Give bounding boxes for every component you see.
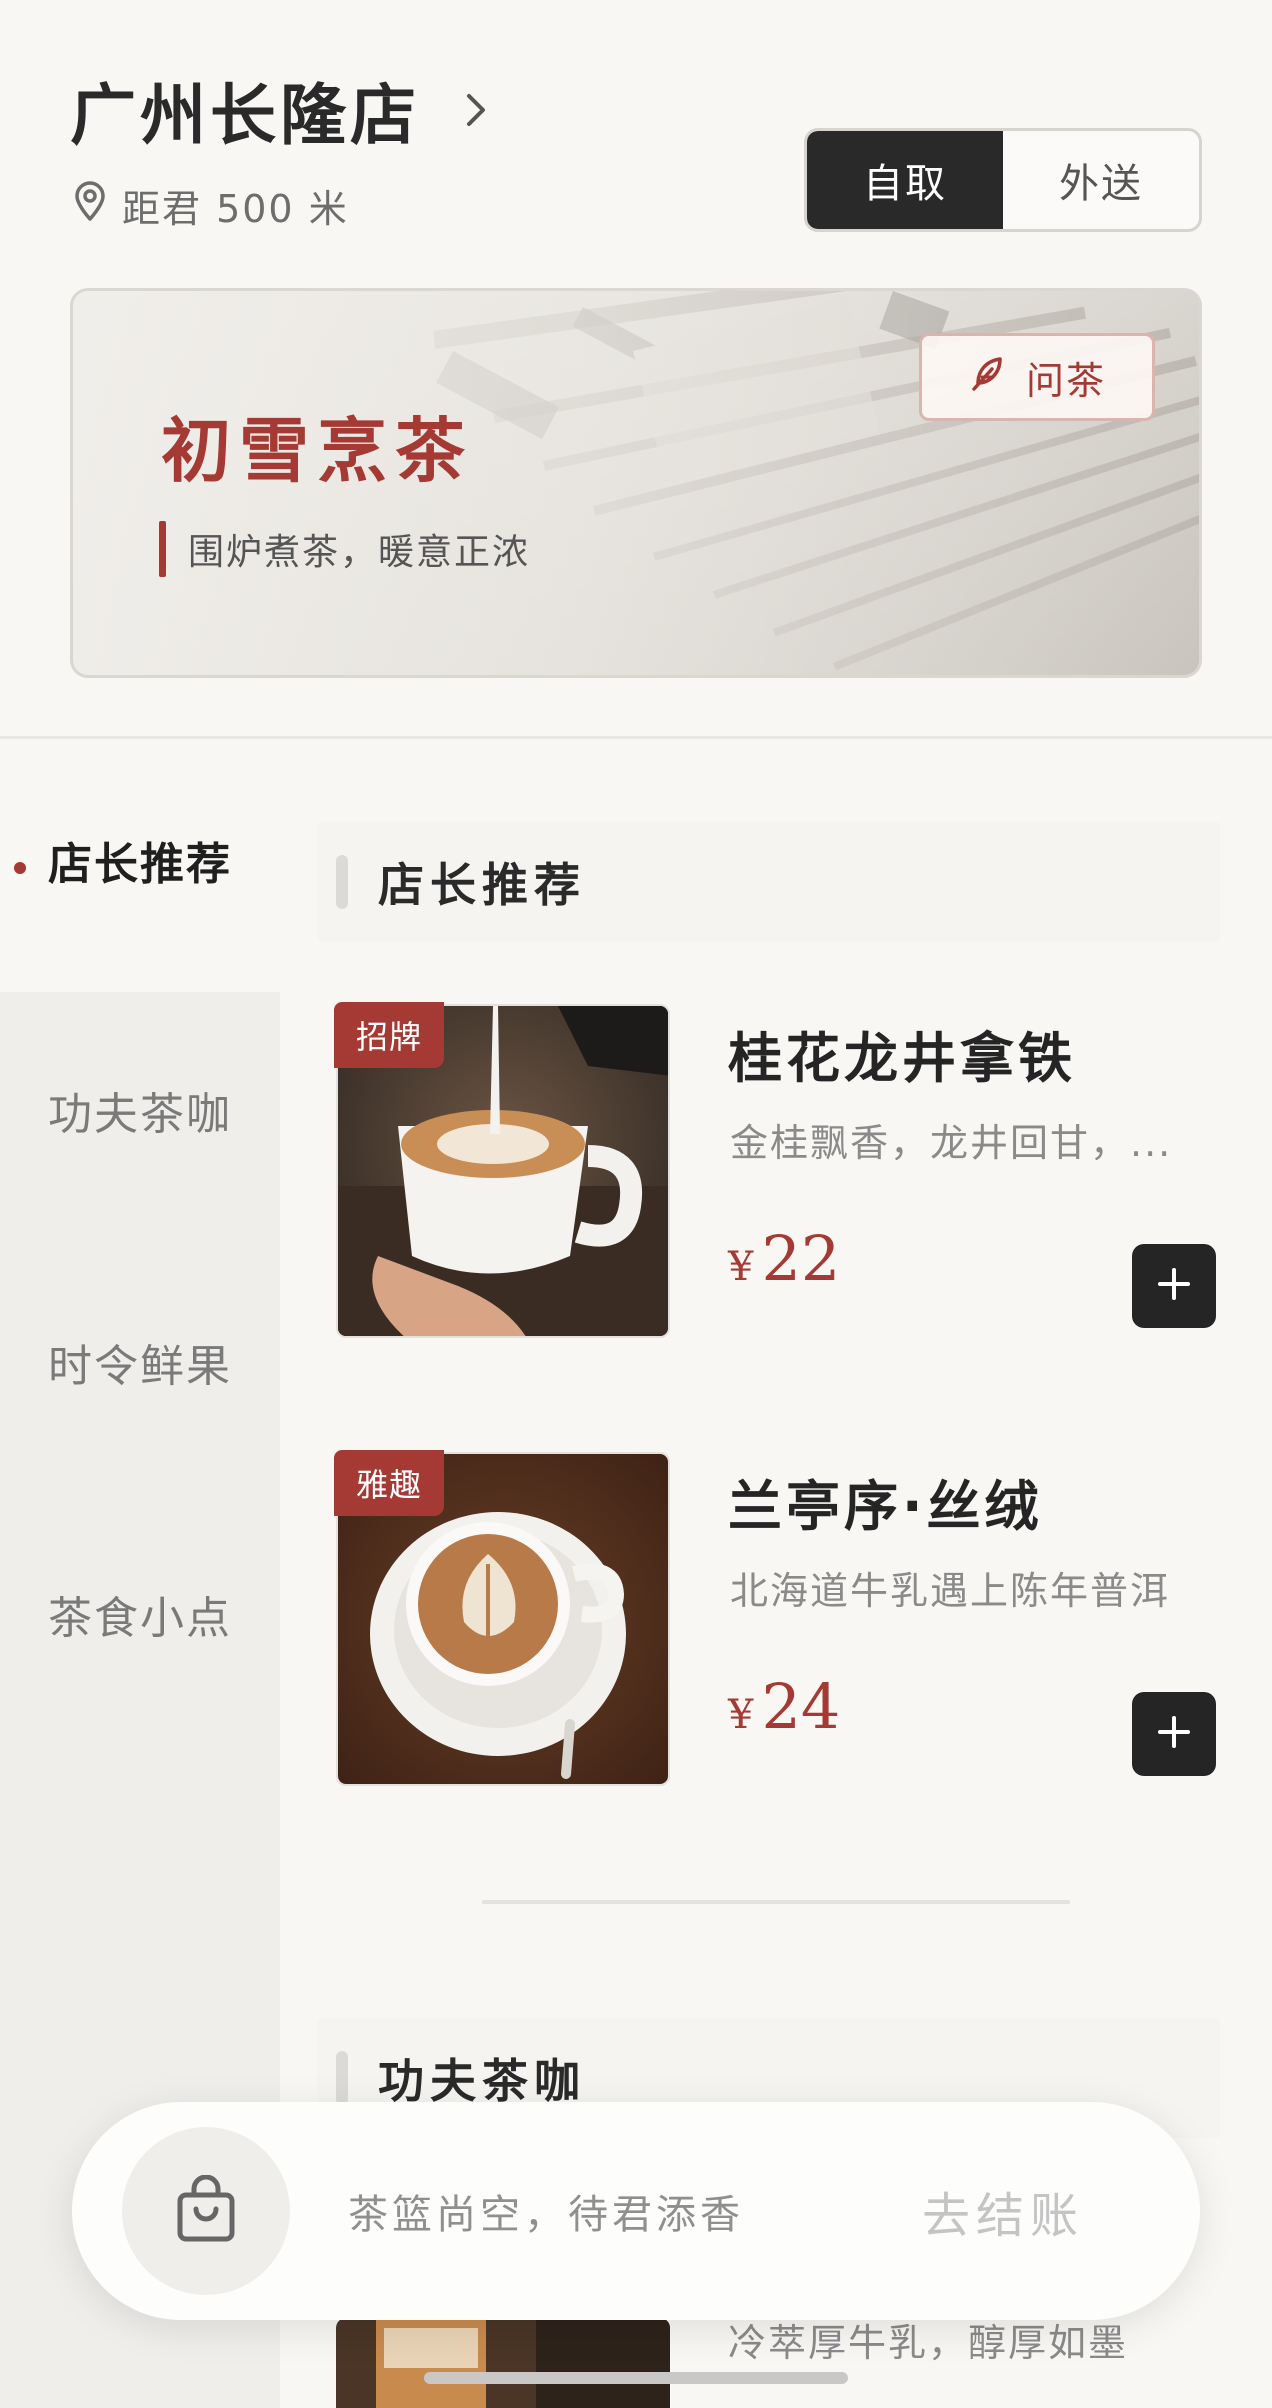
add-to-cart-button[interactable] <box>1132 1244 1216 1328</box>
product-tag: 雅趣 <box>334 1450 445 1516</box>
product-card[interactable]: 雅趣 兰亭序·丝绒 北海道牛乳遇上陈年普洱 ¥ 24 <box>334 1450 1216 1788</box>
store-distance: 距君 500 米 <box>72 178 349 233</box>
shopping-bag-icon <box>174 2174 238 2247</box>
cart-empty-text: 茶篮尚空，待君添香 <box>348 2192 744 2238</box>
section-divider <box>482 1900 1070 1904</box>
ask-tea-button[interactable]: 问茶 <box>919 333 1155 421</box>
plus-icon <box>1156 1266 1192 1306</box>
product-description: 冷萃厚牛乳，醇厚如墨 <box>728 2321 1129 2365</box>
location-pin-icon <box>72 180 108 231</box>
currency-symbol: ¥ <box>728 1692 754 1738</box>
product-price: ¥ 24 <box>728 1670 840 1743</box>
currency-symbol: ¥ <box>728 1244 754 1290</box>
banner-subtitle: 围炉煮茶，暖意正浓 <box>159 521 530 577</box>
product-description: 北海道牛乳遇上陈年普洱 <box>730 1569 1171 1613</box>
pickup-mode-button[interactable]: 自取 <box>807 131 1003 229</box>
cart-bar: 茶篮尚空，待君添香 去结账 <box>72 2102 1200 2320</box>
product-card[interactable]: 招牌 桂花龙井拿铁 金桂飘香，龙井回甘，... ¥ 22 <box>334 1002 1216 1340</box>
store-selector[interactable]: 广州长隆店 <box>70 62 498 158</box>
add-to-cart-button[interactable] <box>1132 1692 1216 1776</box>
sidebar-item-seasonal-fruit[interactable]: 时令鲜果 <box>0 1330 280 1394</box>
sidebar-item-kungfu-coffee[interactable]: 功夫茶咖 <box>0 1078 280 1142</box>
product-tag: 招牌 <box>334 1002 445 1068</box>
price-amount: 24 <box>761 1670 841 1743</box>
product-name: 桂花龙井拿铁 <box>728 1027 1076 1090</box>
product-price: ¥ 22 <box>728 1222 840 1295</box>
header-divider <box>0 736 1272 739</box>
ask-tea-label: 问茶 <box>1025 358 1106 403</box>
order-mode-toggle: 自取 外送 <box>804 128 1202 232</box>
product-description: 金桂飘香，龙井回甘，... <box>730 1121 1173 1165</box>
section-title: 店长推荐 <box>378 858 586 912</box>
section-header: 店长推荐 <box>318 822 1220 942</box>
home-indicator[interactable] <box>424 2372 848 2384</box>
section-mark <box>336 855 348 909</box>
distance-text: 距君 500 米 <box>122 187 349 231</box>
sidebar-item-recommended[interactable]: 店长推荐 <box>0 828 280 892</box>
store-name: 广州长隆店 <box>70 77 420 154</box>
feather-icon <box>968 353 1008 402</box>
cart-button[interactable] <box>122 2127 290 2295</box>
section-mark <box>336 2051 348 2105</box>
plus-icon <box>1156 1714 1192 1754</box>
promo-banner[interactable]: 初雪烹茶 围炉煮茶，暖意正浓 问茶 <box>70 288 1202 678</box>
price-amount: 22 <box>761 1222 841 1295</box>
delivery-mode-button[interactable]: 外送 <box>1003 131 1199 229</box>
banner-subtitle-text: 围炉煮茶，暖意正浓 <box>188 532 531 573</box>
iced-latte-image[interactable] <box>336 2318 670 2408</box>
sidebar-item-tea-snacks[interactable]: 茶食小点 <box>0 1582 280 1646</box>
product-name: 兰亭序·丝绒 <box>728 1475 1043 1538</box>
chevron-right-icon <box>454 88 498 132</box>
accent-bar <box>159 521 166 577</box>
banner-title: 初雪烹茶 <box>161 409 473 492</box>
checkout-button[interactable]: 去结账 <box>922 2176 1084 2246</box>
